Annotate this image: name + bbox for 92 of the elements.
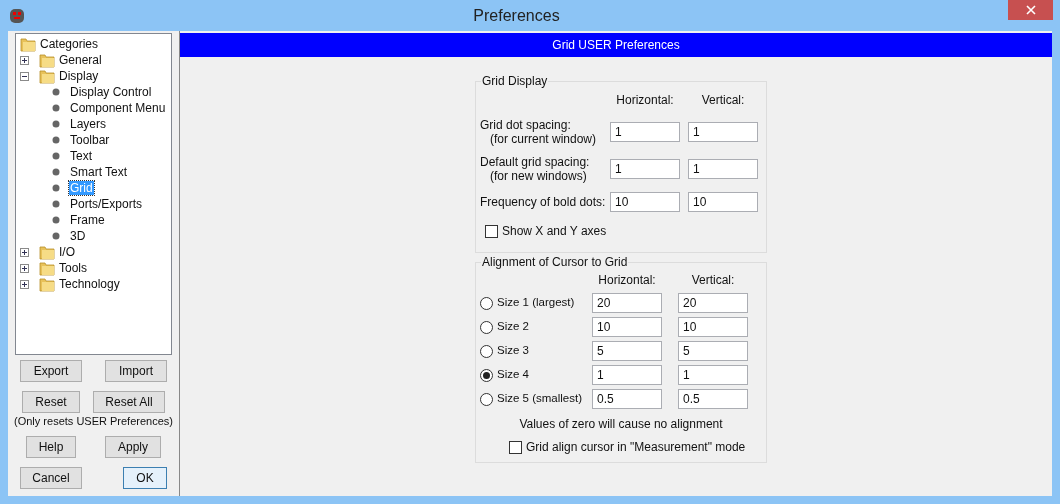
dialog-button[interactable]: Reset	[22, 391, 80, 413]
number-field[interactable]: 10	[610, 192, 680, 212]
radio-label: Size 1 (largest)	[497, 295, 575, 311]
window-title: Preferences	[472, 5, 561, 26]
tree-item[interactable]: Smart Text	[69, 165, 129, 179]
checkbox-label: Grid align cursor in "Measurement" mode	[526, 439, 746, 456]
tree-item[interactable]: Tools	[58, 261, 88, 275]
bullet-icon	[52, 120, 60, 128]
number-field[interactable]: 0.5	[678, 389, 748, 409]
dialog-button[interactable]: Help	[26, 436, 76, 458]
dialog-button[interactable]: Import	[105, 360, 167, 382]
dialog-button[interactable]: Export	[20, 360, 82, 382]
radio-label: Size 5 (smallest)	[497, 391, 582, 407]
number-field[interactable]: 1	[688, 159, 758, 179]
radio-label: Size 2	[497, 319, 529, 335]
expand-icon[interactable]	[20, 279, 29, 289]
folder-icon	[39, 260, 55, 276]
expand-icon[interactable]	[20, 55, 29, 65]
number-field[interactable]: 10	[688, 192, 758, 212]
radio-button[interactable]	[480, 368, 493, 382]
row-sublabel: (for current window)	[489, 132, 598, 146]
tree-item[interactable]: Text	[69, 149, 93, 163]
tree-item[interactable]: General	[58, 53, 103, 67]
tree-item[interactable]: 3D	[69, 229, 87, 243]
number-field[interactable]: 1	[678, 365, 748, 385]
app-icon	[9, 7, 25, 24]
dialog-button[interactable]: Cancel	[20, 467, 82, 489]
bullet-icon	[52, 88, 60, 96]
bullet-icon	[52, 104, 60, 112]
checkbox[interactable]	[485, 224, 498, 238]
column-header: Horizontal:	[597, 272, 657, 289]
number-field[interactable]: 20	[592, 293, 662, 313]
tree-item[interactable]: Component Menu	[69, 101, 167, 115]
radio-label: Size 4	[497, 367, 529, 383]
bullet-icon	[52, 232, 60, 240]
tree-item[interactable]: Categories	[39, 37, 100, 51]
number-field[interactable]: 20	[678, 293, 748, 313]
tree-item[interactable]: Frame	[69, 213, 106, 227]
dialog-button[interactable]: Reset All	[93, 391, 165, 413]
tree-item[interactable]: Ports/Exports	[69, 197, 144, 211]
column-header: Vertical:	[700, 92, 746, 109]
number-field[interactable]: 10	[678, 317, 748, 337]
row-label: Frequency of bold dots:	[480, 195, 607, 209]
close-button[interactable]	[1008, 0, 1053, 20]
radio-button[interactable]	[480, 392, 493, 406]
folder-icon	[39, 276, 55, 292]
group-title: Alignment of Cursor to Grid	[481, 254, 629, 271]
radio-button[interactable]	[480, 344, 493, 358]
tree-item[interactable]: Layers	[69, 117, 108, 131]
bullet-icon	[52, 200, 60, 208]
tree-item[interactable]: Display	[58, 69, 100, 83]
alignment-note: Values of zero will cause no alignment	[518, 416, 724, 433]
number-field[interactable]: 0.5	[592, 389, 662, 409]
bullet-icon	[52, 136, 60, 144]
radio-button[interactable]	[480, 320, 493, 334]
checkbox[interactable]	[509, 440, 522, 454]
checkbox-label: Show X and Y axes	[502, 223, 607, 240]
row-sublabel: (for new windows)	[489, 169, 588, 183]
dialog-button[interactable]: OK	[123, 467, 167, 489]
folder-icon	[20, 36, 36, 52]
dialog-button[interactable]: Apply	[105, 436, 161, 458]
column-header: Horizontal:	[615, 92, 675, 109]
reset-note: (Only resets USER Preferences)	[13, 414, 174, 429]
group-title: Grid Display	[481, 73, 549, 90]
number-field[interactable]: 5	[678, 341, 748, 361]
bullet-icon	[52, 152, 60, 160]
number-field[interactable]: 1	[610, 122, 680, 142]
number-field[interactable]: 1	[592, 365, 662, 385]
tree-item[interactable]: I/O	[58, 245, 76, 259]
number-field[interactable]: 10	[592, 317, 662, 337]
bullet-icon	[52, 168, 60, 176]
folder-icon	[39, 244, 55, 260]
tree-item[interactable]: Display Control	[69, 85, 153, 99]
bullet-icon	[52, 216, 60, 224]
number-field[interactable]: 1	[610, 159, 680, 179]
expand-icon[interactable]	[20, 263, 29, 273]
row-label: Grid dot spacing:	[480, 118, 572, 132]
row-label: Default grid spacing:	[480, 155, 591, 169]
panel-header: Grid USER Preferences	[180, 33, 1052, 57]
tree-item[interactable]: Toolbar	[69, 133, 111, 147]
expand-icon[interactable]	[20, 247, 29, 257]
collapse-icon[interactable]	[20, 71, 29, 81]
radio-label: Size 3	[497, 343, 529, 359]
folder-icon	[39, 52, 55, 68]
bullet-icon	[52, 184, 60, 192]
radio-button[interactable]	[480, 296, 493, 310]
number-field[interactable]: 1	[688, 122, 758, 142]
folder-icon	[39, 68, 55, 84]
number-field[interactable]: 5	[592, 341, 662, 361]
tree-item[interactable]: Technology	[58, 277, 121, 291]
column-header: Vertical:	[690, 272, 736, 289]
close-icon	[1025, 5, 1036, 15]
